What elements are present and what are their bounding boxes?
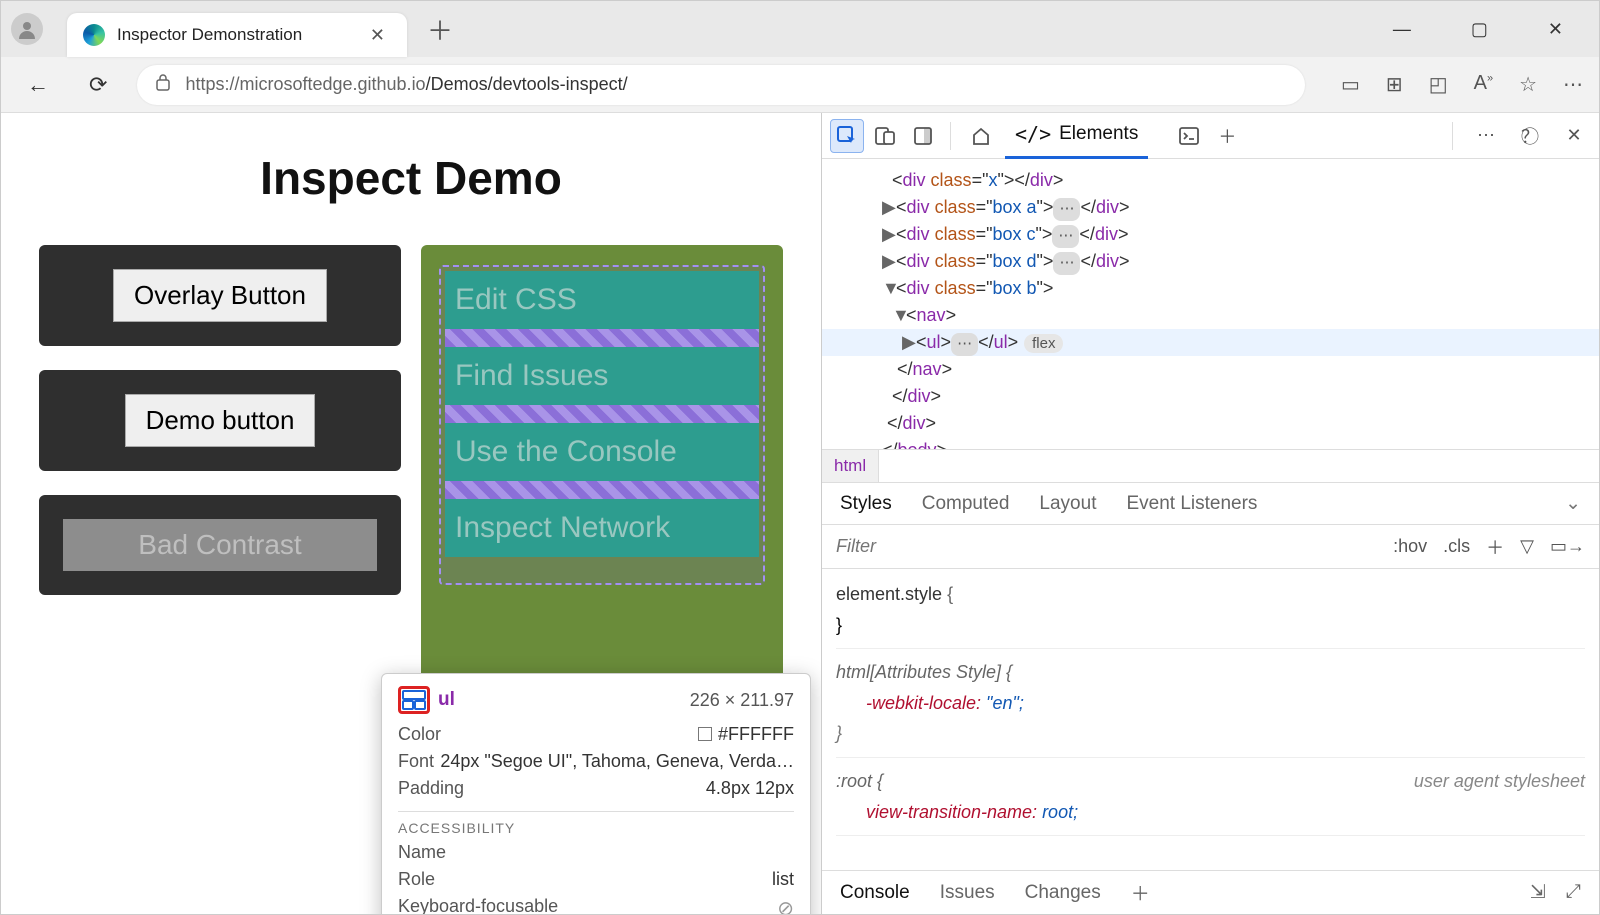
tt-color-value: #FFFFFF [718, 724, 794, 744]
tt-color-label: Color [398, 724, 441, 745]
flex-gap-indicator [445, 329, 759, 347]
box-bad: Bad Contrast [39, 495, 401, 595]
drawer-changes-tab[interactable]: Changes [1025, 882, 1101, 904]
demo-button[interactable]: Demo button [125, 394, 316, 447]
code-icon: </> [1015, 122, 1051, 146]
color-swatch-icon [698, 727, 712, 741]
minimize-button[interactable]: ― [1383, 13, 1421, 46]
browser-tab[interactable]: Inspector Demonstration ✕ [67, 13, 407, 57]
breadcrumb-item[interactable]: html [822, 450, 879, 482]
devtools-close-icon[interactable]: ✕ [1557, 119, 1591, 153]
new-tab-button[interactable]: ＋ [427, 11, 453, 48]
devtools-toolbar: </> Elements ＋ ⋯ ？⃝ ✕ [822, 113, 1599, 159]
layout-tab[interactable]: Layout [1039, 493, 1096, 515]
box-overlay: Overlay Button [39, 245, 401, 346]
page-viewport: Inspect Demo Overlay Button Demo button … [1, 113, 821, 914]
flex-pill[interactable]: flex [1024, 334, 1063, 353]
welcome-tab[interactable] [961, 116, 1001, 156]
device-toolbar-button[interactable] [868, 119, 902, 153]
chevron-down-icon[interactable]: ⌄ [1565, 492, 1581, 515]
tt-acc-name: Name [398, 842, 446, 863]
computed-tab[interactable]: Computed [922, 493, 1010, 515]
drawer-issues-tab[interactable]: Issues [940, 882, 995, 904]
devtools-more-icon[interactable]: ⋯ [1469, 119, 1503, 153]
profile-avatar[interactable] [11, 13, 43, 45]
paint-icon[interactable]: ▽ [1520, 536, 1534, 557]
browser-titlebar: Inspector Demonstration ✕ ＋ ― ▢ ✕ [1, 1, 1599, 57]
styles-tabbar: Styles Computed Layout Event Listeners ⌄ [822, 483, 1599, 525]
hov-toggle[interactable]: :hov [1393, 536, 1427, 557]
tooltip-dimensions: 226 × 211.97 [690, 690, 794, 711]
nav-item[interactable]: Use the Console [445, 423, 759, 481]
new-rule-icon[interactable]: ＋ [1486, 534, 1504, 560]
tab-title: Inspector Demonstration [117, 25, 302, 45]
box-demo: Demo button [39, 370, 401, 471]
selected-dom-node[interactable]: ▶<ul>⋯</ul>flex [822, 329, 1599, 356]
tt-padding-label: Padding [398, 778, 464, 799]
page-title: Inspect Demo [39, 151, 783, 205]
devtools-panel: </> Elements ＋ ⋯ ？⃝ ✕ <div class="x"></d… [821, 113, 1599, 914]
console-drawer-button[interactable] [1172, 119, 1206, 153]
overlay-button[interactable]: Overlay Button [113, 269, 327, 322]
dom-breadcrumb[interactable]: html [822, 449, 1599, 483]
window-controls: ― ▢ ✕ [1383, 13, 1589, 46]
back-button[interactable]: ← [17, 66, 59, 104]
tt-acc-role-value: list [772, 869, 794, 890]
tt-font-value: 24px "Segoe UI", Tahoma, Geneva, Verda… [440, 751, 794, 772]
elements-tab[interactable]: </> Elements [1005, 112, 1148, 159]
nav-box: Edit CSS Find Issues Use the Console Ins… [421, 245, 783, 715]
forbidden-icon: ⊘ [777, 896, 794, 914]
devtools-drawer: Console Issues Changes ＋ ⇲ ⤢ [822, 870, 1599, 914]
dom-tree[interactable]: <div class="x"></div> ▶<div class="box a… [822, 159, 1599, 449]
tt-acc-kf: Keyboard-focusable [398, 896, 558, 914]
drawer-add-icon[interactable]: ＋ [1131, 879, 1150, 906]
address-bar[interactable]: https://microsoftedge.github.io/Demos/de… [137, 65, 1305, 105]
browser-toolbar: ← ⟳ https://microsoftedge.github.io/Demo… [1, 57, 1599, 113]
ul-highlight[interactable]: Edit CSS Find Issues Use the Console Ins… [439, 265, 765, 585]
favorites-icon[interactable]: ☆ [1519, 72, 1537, 97]
nav-item[interactable]: Edit CSS [445, 271, 759, 329]
edge-logo-icon [83, 24, 105, 46]
help-icon[interactable]: ？⃝ [1513, 119, 1547, 153]
tt-padding-value: 4.8px 12px [706, 778, 794, 799]
flex-gap-indicator [445, 481, 759, 499]
flex-badge-icon [398, 686, 430, 714]
styles-tab[interactable]: Styles [840, 493, 892, 515]
reload-button[interactable]: ⟳ [79, 66, 117, 104]
flex-gap-indicator [445, 405, 759, 423]
url-text: https://microsoftedge.github.io/Demos/de… [185, 74, 627, 95]
inspect-element-button[interactable] [830, 119, 864, 153]
close-button[interactable]: ✕ [1538, 13, 1573, 46]
tt-acc-role: Role [398, 869, 435, 890]
event-listeners-tab[interactable]: Event Listeners [1126, 493, 1257, 515]
read-aloud-icon[interactable]: A» [1474, 72, 1493, 97]
nav-item[interactable]: Inspect Network [445, 499, 759, 557]
tt-font-label: Font [398, 751, 434, 772]
more-tabs-button[interactable]: ＋ [1210, 119, 1244, 153]
inspect-tooltip: ul 226 × 211.97 Color #FFFFFF Font 24px "S… [381, 673, 811, 914]
styles-body[interactable]: element.style { } html[Attributes Style]… [822, 569, 1599, 870]
computed-toggle-icon[interactable]: ▭→ [1550, 536, 1585, 557]
dock-button[interactable] [906, 119, 940, 153]
extensions-icon[interactable]: ⊞ [1386, 72, 1403, 97]
drawer-expand-icon[interactable]: ⤢ [1566, 881, 1581, 904]
maximize-button[interactable]: ▢ [1461, 13, 1498, 46]
bad-contrast-button[interactable]: Bad Contrast [63, 519, 377, 571]
drawer-dock-icon[interactable]: ⇲ [1530, 881, 1546, 904]
drawer-console-tab[interactable]: Console [840, 882, 910, 904]
cls-toggle[interactable]: .cls [1443, 536, 1470, 557]
tt-accessibility-header: ACCESSIBILITY [398, 811, 794, 836]
settings-more-icon[interactable]: ⋯ [1563, 72, 1583, 97]
responsive-icon[interactable]: ▭ [1341, 72, 1360, 97]
tab-close-icon[interactable]: ✕ [364, 21, 391, 50]
styles-filter-row: :hov .cls ＋ ▽ ▭→ [822, 525, 1599, 569]
lock-icon [155, 73, 171, 96]
nav-item[interactable]: Find Issues [445, 347, 759, 405]
collections-icon[interactable]: ◰ [1429, 72, 1448, 97]
styles-filter-input[interactable] [822, 536, 1379, 557]
tooltip-tag: ul [438, 689, 455, 711]
